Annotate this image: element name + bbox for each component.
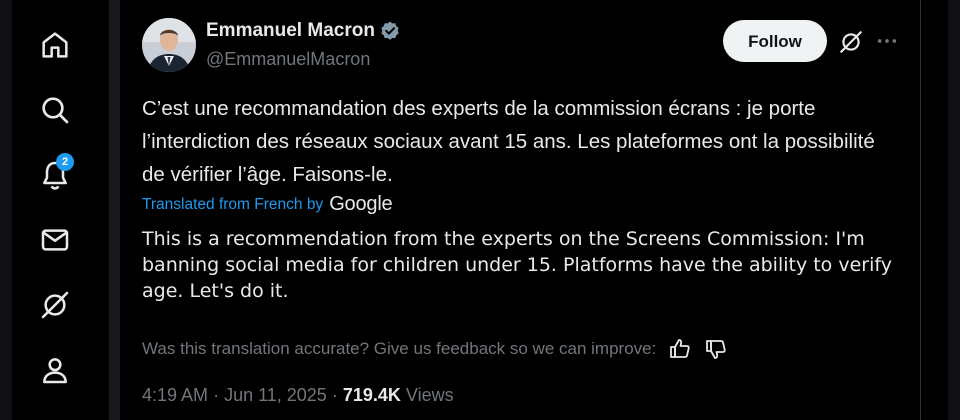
- avatar[interactable]: [142, 18, 196, 72]
- translation-feedback: Was this translation accurate? Give us f…: [142, 337, 728, 361]
- author-name-text: Emmanuel Macron: [206, 20, 375, 41]
- tweet-time[interactable]: 4:19 AM: [142, 385, 208, 405]
- grok-icon[interactable]: [838, 29, 864, 55]
- verified-badge-icon: [381, 21, 399, 40]
- messages-icon: [41, 229, 69, 251]
- author-handle[interactable]: @EmmanuelMacron: [206, 49, 370, 70]
- nav-profile[interactable]: [34, 349, 76, 391]
- meta-separator: ·: [213, 385, 225, 405]
- window-edge-right: [948, 0, 960, 420]
- feedback-prompt: Was this translation accurate? Give us f…: [142, 339, 657, 358]
- translation-attribution: Translated from French by Google: [142, 193, 393, 216]
- nav-notifications[interactable]: 2: [34, 153, 76, 196]
- nav-home[interactable]: [34, 24, 76, 66]
- more-options-icon[interactable]: [876, 30, 898, 52]
- avatar-image: [142, 18, 196, 72]
- nav-messages[interactable]: [34, 219, 76, 261]
- window-edge-left: [0, 0, 12, 420]
- home-icon: [42, 32, 68, 58]
- nav-divider: [109, 0, 120, 420]
- tweet-meta: 4:19 AM · Jun 11, 2025 · 719.4K Views: [142, 385, 454, 406]
- nav-explore[interactable]: [34, 89, 76, 131]
- notification-badge: 2: [56, 153, 74, 171]
- grok-icon: [41, 291, 69, 319]
- tweet-text: C’est une recommandation des experts de …: [142, 97, 875, 186]
- tweet: Emmanuel Macron @EmmanuelMacron Follow C…: [120, 0, 921, 420]
- translated-from-label[interactable]: Translated from French by: [142, 196, 323, 214]
- app-window: 2 Emmanuel Macron @EmmanuelMacron Follow…: [0, 0, 960, 420]
- translated-text: This is a recommendation from the expert…: [142, 228, 892, 302]
- nav-grok[interactable]: [34, 284, 76, 326]
- tweet-date[interactable]: Jun 11, 2025: [224, 385, 327, 405]
- follow-button[interactable]: Follow: [723, 20, 827, 62]
- sidebar-nav: 2: [12, 0, 108, 420]
- profile-icon: [43, 358, 67, 384]
- google-logo: Google: [329, 193, 393, 215]
- thumbs-down-icon[interactable]: [704, 337, 728, 361]
- views-label: Views: [405, 385, 454, 405]
- views-count: 719.4K: [342, 385, 401, 405]
- thumbs-up-icon[interactable]: [668, 337, 692, 361]
- search-icon: [42, 97, 69, 124]
- author-name[interactable]: Emmanuel Macron: [206, 20, 401, 42]
- meta-separator: ·: [331, 385, 343, 405]
